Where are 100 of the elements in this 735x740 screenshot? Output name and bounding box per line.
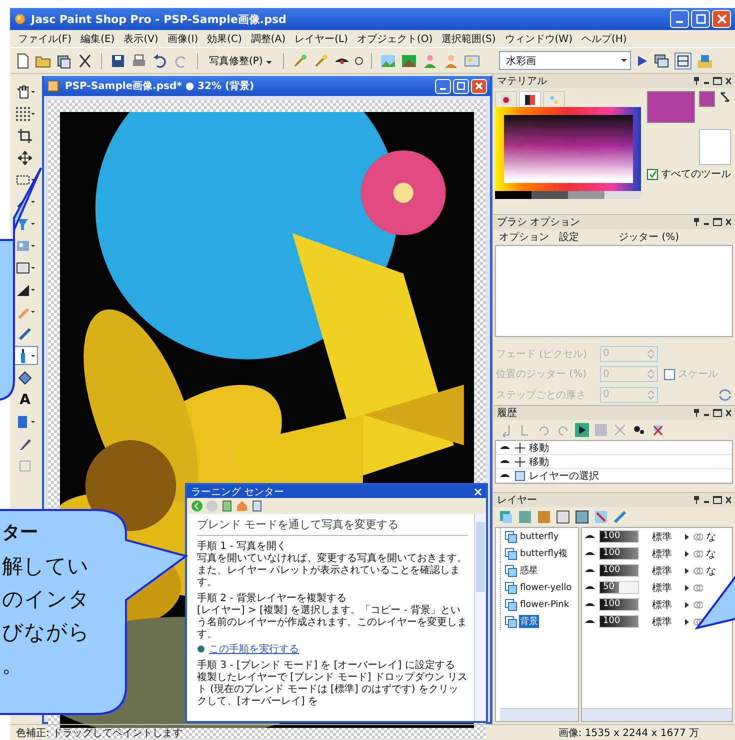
scrollbar[interactable] <box>474 514 486 721</box>
menu-item[interactable]: オブジェクト(O) <box>356 32 433 46</box>
print-icon[interactable] <box>131 52 147 68</box>
blend-mode-dropdown[interactable]: 標準 <box>642 546 682 560</box>
maximize-button[interactable] <box>691 10 710 28</box>
menu-item[interactable]: 効果(C) <box>207 32 242 46</box>
layers-icon[interactable] <box>653 52 670 68</box>
undo-icon[interactable] <box>152 52 168 68</box>
menu-item[interactable]: 調整(A) <box>250 32 286 46</box>
checkbox[interactable] <box>647 168 658 180</box>
arrow-right-icon[interactable] <box>685 532 690 540</box>
document-icon[interactable] <box>221 500 233 512</box>
column-header: ジッター (%) <box>618 231 679 244</box>
pin-icon[interactable] <box>693 218 700 226</box>
photo-fix-button[interactable]: 写真修整(P) <box>206 54 276 68</box>
arrow-right-icon[interactable] <box>685 584 690 592</box>
history-item[interactable]: 移動 <box>496 455 732 469</box>
opacity-slider[interactable]: 100 <box>599 615 639 628</box>
dotted-grid-icon <box>16 106 30 120</box>
landscape-icon[interactable] <box>401 52 418 68</box>
minimize-button[interactable] <box>435 78 451 94</box>
menu-item[interactable]: 選択範囲(S) <box>442 32 496 46</box>
arrow-right-icon[interactable] <box>685 618 690 626</box>
arrow-right-icon[interactable] <box>685 566 690 574</box>
layer-name[interactable]: butterfly <box>519 532 560 542</box>
menu-item[interactable]: ファイル(F) <box>18 32 72 46</box>
foreground-swatch[interactable] <box>647 91 695 123</box>
save-icon[interactable] <box>110 52 126 68</box>
menu-item[interactable]: 編集(E) <box>80 32 115 46</box>
layer-name[interactable]: 惑星 <box>519 564 539 577</box>
close-button[interactable] <box>712 10 731 28</box>
scissors-icon[interactable] <box>77 52 93 68</box>
layer-name[interactable]: flower-yello <box>519 582 573 592</box>
run-step-link[interactable]: この手順を実行する <box>209 644 299 656</box>
history-item[interactable]: 移動 <box>496 441 732 455</box>
maximize-icon[interactable] <box>713 496 722 504</box>
play-icon[interactable] <box>575 423 589 437</box>
arrow-right-icon[interactable] <box>685 550 690 558</box>
blend-mode-dropdown[interactable]: 標準 <box>642 598 682 612</box>
history-item[interactable]: レイヤーの選択 <box>496 469 732 483</box>
opacity-slider[interactable]: 100 <box>599 530 639 543</box>
brush-icon[interactable] <box>613 510 627 524</box>
swap-arrows-icon[interactable] <box>719 91 731 103</box>
color-picker[interactable] <box>495 107 641 191</box>
print-icon[interactable] <box>251 500 263 512</box>
menu-item[interactable]: 画像(I) <box>167 32 198 46</box>
tool-button[interactable]: A <box>12 390 38 409</box>
opacity-slider[interactable]: 100 <box>599 598 639 611</box>
menu-item[interactable]: レイヤー(L) <box>294 32 348 46</box>
spectrum-icon <box>525 94 535 104</box>
scrollbar[interactable] <box>582 708 732 721</box>
layer-name[interactable]: 背景 <box>519 615 539 628</box>
pin-icon[interactable] <box>693 496 700 504</box>
menu-item[interactable]: ヘルプ(H) <box>581 32 627 46</box>
panel-icon[interactable] <box>674 52 692 70</box>
close-icon[interactable] <box>726 77 731 85</box>
background-swatch[interactable] <box>699 129 731 165</box>
maximize-icon[interactable] <box>713 409 722 417</box>
grayscale-strip[interactable] <box>495 191 641 199</box>
blend-mode-dropdown[interactable]: 標準 <box>642 564 682 578</box>
ant-icon[interactable] <box>632 423 646 437</box>
layer-name[interactable]: butterfly複 <box>519 547 569 560</box>
opacity-slider[interactable]: 100 <box>599 547 639 560</box>
wand-icon[interactable] <box>292 52 308 68</box>
blend-mode-dropdown[interactable]: 標準 <box>642 530 682 544</box>
folder-icon[interactable] <box>697 52 714 68</box>
opacity-slider[interactable]: 50 <box>599 581 639 594</box>
gradient-tab[interactable] <box>519 91 541 107</box>
maximize-icon[interactable] <box>713 218 722 226</box>
layer-icon <box>505 530 517 542</box>
scrollbar[interactable] <box>500 708 578 721</box>
pin-icon[interactable] <box>693 409 700 417</box>
wand-icon[interactable] <box>313 52 330 68</box>
opacity-slider[interactable]: 100 <box>599 564 639 577</box>
delete-icon[interactable] <box>651 423 665 437</box>
new-page-icon[interactable] <box>16 52 30 68</box>
blend-mode-dropdown[interactable]: 標準 <box>642 580 682 594</box>
layer-icon[interactable] <box>556 510 570 524</box>
circle-icon[interactable] <box>355 56 364 64</box>
blend-mode-dropdown[interactable]: 標準 <box>642 614 682 628</box>
landscape-icon[interactable] <box>464 52 480 68</box>
preset-dropdown[interactable]: 水彩画 <box>499 51 632 70</box>
layer-name[interactable]: flower-Pink <box>519 600 570 610</box>
close-icon[interactable] <box>726 409 731 417</box>
close-icon[interactable] <box>726 496 731 504</box>
move-arrows-icon <box>515 456 525 466</box>
menu-item[interactable]: 表示(V) <box>124 32 158 46</box>
maximize-button[interactable] <box>453 78 469 94</box>
layer-icon[interactable] <box>575 510 589 524</box>
close-icon[interactable] <box>726 218 731 226</box>
menu-item[interactable]: ウィンドウ(W) <box>504 32 572 46</box>
delete-layer-icon[interactable] <box>594 510 608 524</box>
maximize-icon[interactable] <box>713 77 722 85</box>
minimize-button[interactable] <box>670 10 689 28</box>
back-icon[interactable] <box>191 500 203 512</box>
color-swatch[interactable] <box>699 91 715 107</box>
close-button[interactable] <box>471 78 487 94</box>
stack-icon[interactable] <box>56 52 72 68</box>
arrow-right-icon[interactable] <box>685 600 690 608</box>
pin-icon[interactable] <box>693 77 700 85</box>
